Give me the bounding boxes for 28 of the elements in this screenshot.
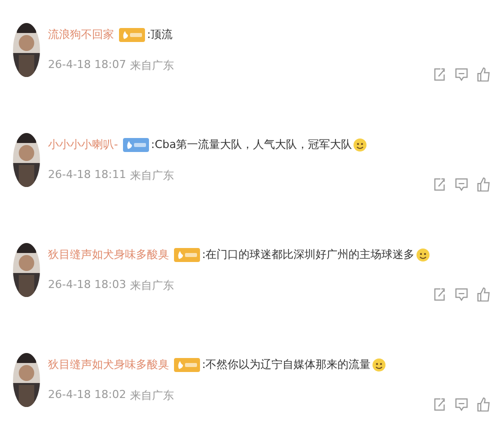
comment-location: 来自广东 <box>130 58 174 73</box>
comment-location: 来自广东 <box>130 388 174 403</box>
comment-time: 26-4-18 18:07 <box>48 58 126 73</box>
like-icon[interactable] <box>477 67 490 82</box>
user-name[interactable]: 狄目缝声如犬身味多酸臭 <box>48 357 169 372</box>
comment-text: :不然你以为辽宁自媒体那来的流量 <box>202 357 371 372</box>
comment-icon[interactable] <box>455 287 468 302</box>
comment-icon[interactable] <box>455 397 468 412</box>
comment-text: :Cba第一流量大队，人气大队，冠军大队 <box>150 137 352 152</box>
comment-location: 来自广东 <box>130 168 174 183</box>
share-icon[interactable] <box>433 397 446 412</box>
like-icon[interactable] <box>477 397 490 412</box>
comment-icon[interactable] <box>455 177 468 192</box>
comment-time: 26-4-18 18:11 <box>48 168 126 183</box>
comment-time: 26-4-18 18:03 <box>48 278 126 293</box>
user-name[interactable]: 小小小小喇叭- <box>48 137 118 152</box>
comment-location: 来自广东 <box>130 278 174 293</box>
comment-text: :在门口的球迷都比深圳好广州的主场球迷多 <box>202 247 415 262</box>
comment-icon[interactable] <box>455 67 468 82</box>
comment-text: :顶流 <box>147 27 173 42</box>
like-icon[interactable] <box>477 287 490 302</box>
like-icon[interactable] <box>477 177 490 192</box>
user-name[interactable]: 狄目缝声如犬身味多酸臭 <box>48 247 169 262</box>
comment-time: 26-4-18 18:02 <box>48 388 126 403</box>
user-name[interactable]: 流浪狗不回家 <box>48 27 114 42</box>
share-icon[interactable] <box>433 177 446 192</box>
share-icon[interactable] <box>433 67 446 82</box>
share-icon[interactable] <box>433 287 446 302</box>
